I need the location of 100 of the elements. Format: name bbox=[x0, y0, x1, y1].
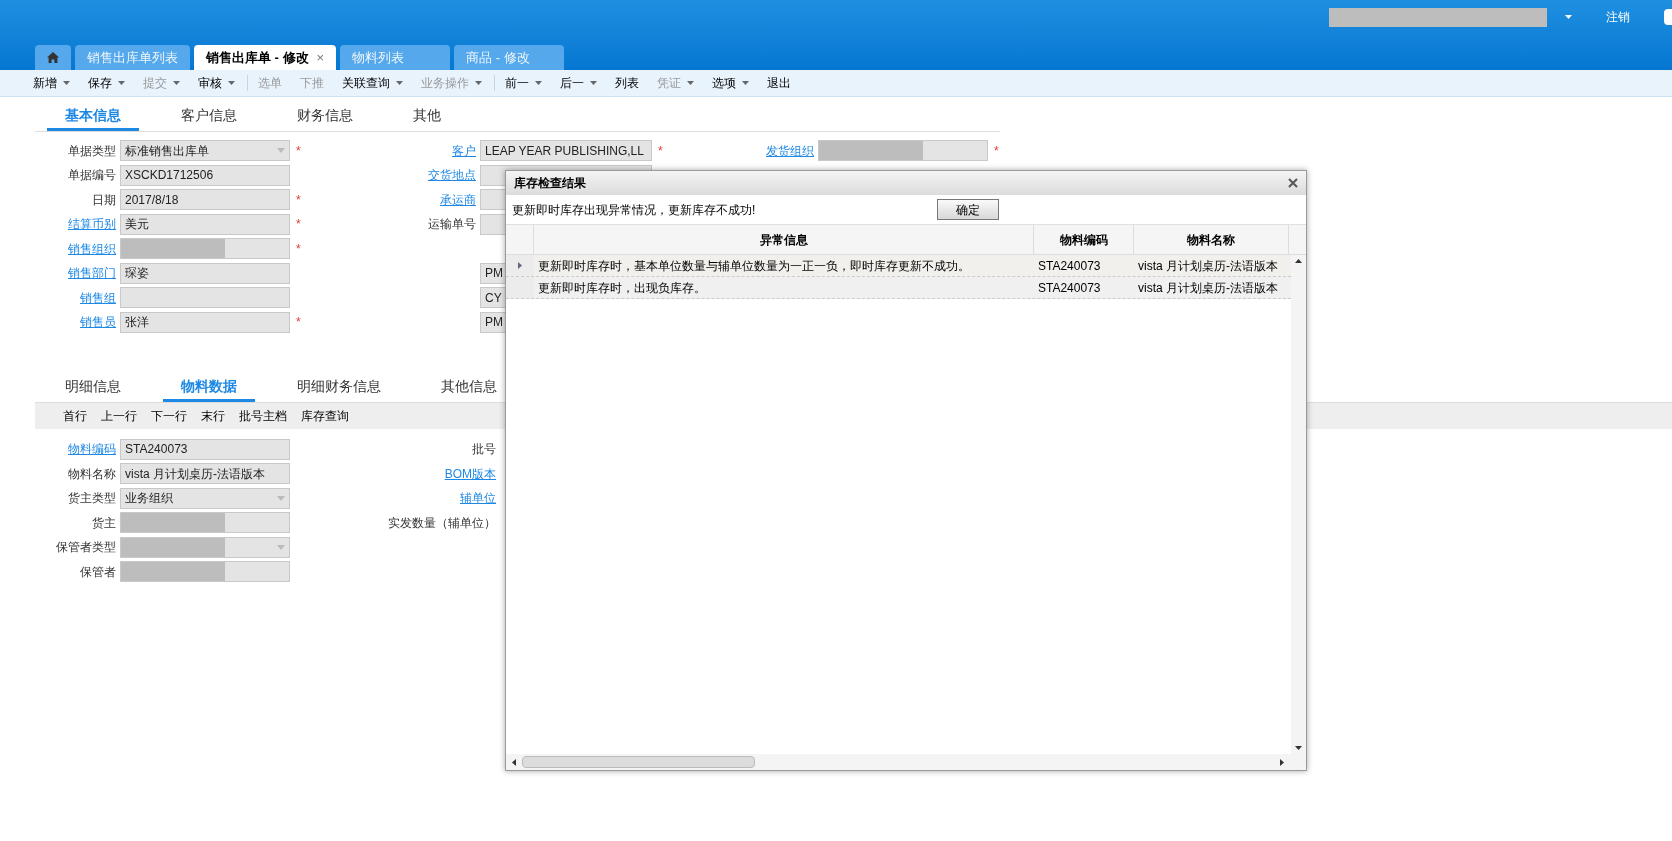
select-field[interactable] bbox=[120, 536, 290, 558]
field-link[interactable]: 销售部门 bbox=[68, 264, 116, 282]
caret-icon bbox=[118, 81, 125, 85]
form-tab[interactable]: 客户信息 bbox=[163, 102, 255, 131]
field-link[interactable]: 销售员 bbox=[80, 313, 116, 331]
field-label: 保管者 bbox=[80, 563, 116, 581]
input-field[interactable]: 张洋 bbox=[120, 311, 290, 333]
input-field[interactable] bbox=[818, 140, 988, 161]
input-field[interactable]: XSCKD1712506 bbox=[120, 164, 290, 186]
input-field[interactable]: 美元 bbox=[120, 213, 290, 235]
toolbar-button[interactable]: 末行 bbox=[201, 406, 225, 425]
table-cell-text: STA240073 bbox=[1037, 257, 1102, 275]
table-row[interactable]: 更新即时库存时，基本单位数量与辅单位数量为一正一负，即时库存更新不成功。 STA240073 vista 月计划桌历-法语版本 bbox=[506, 255, 1291, 277]
toolbar-button[interactable]: 新增 bbox=[33, 74, 70, 92]
form-tab[interactable]: 其他 bbox=[395, 102, 459, 131]
scroll-down-icon[interactable] bbox=[1295, 746, 1302, 750]
required-mark: * bbox=[296, 315, 301, 329]
table-cell-text: 更新即时库存时，出现负库存。 bbox=[537, 279, 707, 297]
scroll-right-icon[interactable] bbox=[1280, 758, 1284, 766]
caret-icon bbox=[63, 81, 70, 85]
field-label: 批号 bbox=[472, 441, 496, 458]
field-link[interactable]: 结算币别 bbox=[68, 215, 116, 233]
home-tab[interactable] bbox=[35, 45, 71, 70]
column-header[interactable]: 物料编码 bbox=[1034, 225, 1134, 254]
toolbar-button[interactable]: 退出 bbox=[767, 74, 791, 92]
field-value: 张洋 bbox=[125, 314, 149, 331]
field-link[interactable]: 承运商 bbox=[440, 190, 476, 209]
toolbar-button[interactable]: 后一 bbox=[560, 74, 597, 92]
scrollbar-thumb[interactable] bbox=[522, 756, 755, 768]
close-icon[interactable]: × bbox=[316, 47, 325, 68]
form-tab[interactable]: 明细信息 bbox=[47, 372, 139, 402]
input-field[interactable] bbox=[120, 287, 290, 308]
ok-button[interactable]: 确定 bbox=[937, 199, 999, 220]
field-link[interactable]: 客户 bbox=[452, 141, 476, 160]
form-tab[interactable]: 财务信息 bbox=[279, 102, 371, 131]
field-value: LEAP YEAR PUBLISHING,LL bbox=[485, 142, 644, 160]
select-field[interactable]: 标准销售出库单 bbox=[120, 140, 290, 161]
field-label: 日期 bbox=[92, 191, 116, 209]
field-value: PM bbox=[485, 314, 503, 331]
toolbar-button[interactable]: 选项 bbox=[712, 74, 749, 92]
field-link[interactable]: 销售组 bbox=[80, 288, 116, 307]
field-value: 2017/8/18 bbox=[125, 191, 179, 209]
caret-icon bbox=[1565, 15, 1572, 19]
caret-icon bbox=[742, 81, 749, 85]
input-field[interactable]: 2017/8/18 bbox=[120, 189, 290, 210]
field-value: STA240073 bbox=[125, 441, 188, 458]
field-value: XSCKD1712506 bbox=[125, 167, 214, 184]
table-row[interactable]: 更新即时库存时，出现负库存。 STA240073 vista 月计划桌历-法语版本 bbox=[506, 277, 1291, 299]
toolbar-button[interactable]: 列表 bbox=[615, 74, 639, 92]
dropdown-caret-icon bbox=[277, 495, 285, 501]
input-field[interactable]: STA240073 bbox=[120, 438, 290, 460]
field-label: 保管者类型 bbox=[56, 539, 116, 556]
field-label: 货主类型 bbox=[68, 490, 116, 507]
toolbar-button[interactable]: 下一行 bbox=[151, 406, 187, 425]
required-mark: * bbox=[296, 192, 301, 207]
caret-icon bbox=[590, 81, 597, 85]
column-header[interactable]: 异常信息 bbox=[534, 225, 1034, 254]
table-cell-text: 更新即时库存时，基本单位数量与辅单位数量为一正一负，即时库存更新不成功。 bbox=[537, 257, 971, 275]
input-field[interactable]: 琛姿 bbox=[120, 262, 290, 284]
horizontal-scrollbar[interactable] bbox=[506, 754, 1306, 770]
input-field[interactable] bbox=[120, 512, 290, 533]
page-tab[interactable]: 销售出库单 - 修改 × bbox=[194, 45, 337, 70]
input-field[interactable] bbox=[120, 561, 290, 582]
toolbar-button[interactable]: 保存 bbox=[88, 74, 125, 92]
scroll-left-icon[interactable] bbox=[512, 758, 516, 766]
select-field[interactable]: 业务组织 bbox=[120, 487, 290, 509]
field-value: PM bbox=[485, 265, 503, 282]
field-label: 运输单号 bbox=[428, 216, 476, 233]
required-mark: * bbox=[296, 217, 301, 231]
toolbar-button[interactable]: 批号主档 bbox=[239, 406, 287, 425]
field-value: 美元 bbox=[125, 216, 149, 233]
dropdown-caret-icon bbox=[277, 148, 285, 153]
field-link[interactable]: 发货组织 bbox=[766, 141, 814, 160]
field-link[interactable]: 销售组织 bbox=[68, 239, 116, 258]
corner-button[interactable] bbox=[1664, 9, 1672, 25]
toolbar-button[interactable]: 库存查询 bbox=[301, 406, 349, 425]
dropdown-caret-icon bbox=[277, 544, 285, 550]
vertical-scrollbar[interactable] bbox=[1291, 255, 1306, 754]
logout-link[interactable]: 注销 bbox=[1606, 8, 1630, 26]
dialog-title: 库存检查结果 bbox=[514, 175, 586, 192]
caret-icon bbox=[475, 81, 482, 85]
form-tab[interactable]: 基本信息 bbox=[47, 102, 139, 131]
input-field[interactable]: vista 月计划桌历-法语版本 bbox=[120, 463, 290, 484]
scroll-up-icon[interactable] bbox=[1295, 259, 1302, 263]
toolbar-button[interactable]: 关联查询 bbox=[342, 74, 403, 92]
input-field[interactable] bbox=[120, 238, 290, 259]
field-link[interactable]: 交货地点 bbox=[428, 166, 476, 184]
required-mark: * bbox=[296, 143, 301, 158]
form-tab[interactable]: 明细财务信息 bbox=[279, 372, 399, 402]
input-field[interactable]: LEAP YEAR PUBLISHING,LL bbox=[480, 140, 652, 161]
field-link[interactable]: 物料编码 bbox=[68, 440, 116, 458]
toolbar-button[interactable]: 上一行 bbox=[101, 406, 137, 425]
field-link[interactable]: BOM版本 bbox=[444, 464, 496, 483]
close-icon[interactable] bbox=[1288, 178, 1298, 188]
field-link[interactable]: 辅单位 bbox=[460, 489, 496, 507]
toolbar-button[interactable]: 首行 bbox=[63, 406, 87, 425]
toolbar-button[interactable]: 审核 bbox=[198, 74, 235, 92]
column-header[interactable]: 物料名称 bbox=[1134, 225, 1289, 254]
toolbar-button[interactable]: 前一 bbox=[505, 74, 542, 92]
table-cell-text: vista 月计划桌历-法语版本 bbox=[1137, 257, 1279, 275]
